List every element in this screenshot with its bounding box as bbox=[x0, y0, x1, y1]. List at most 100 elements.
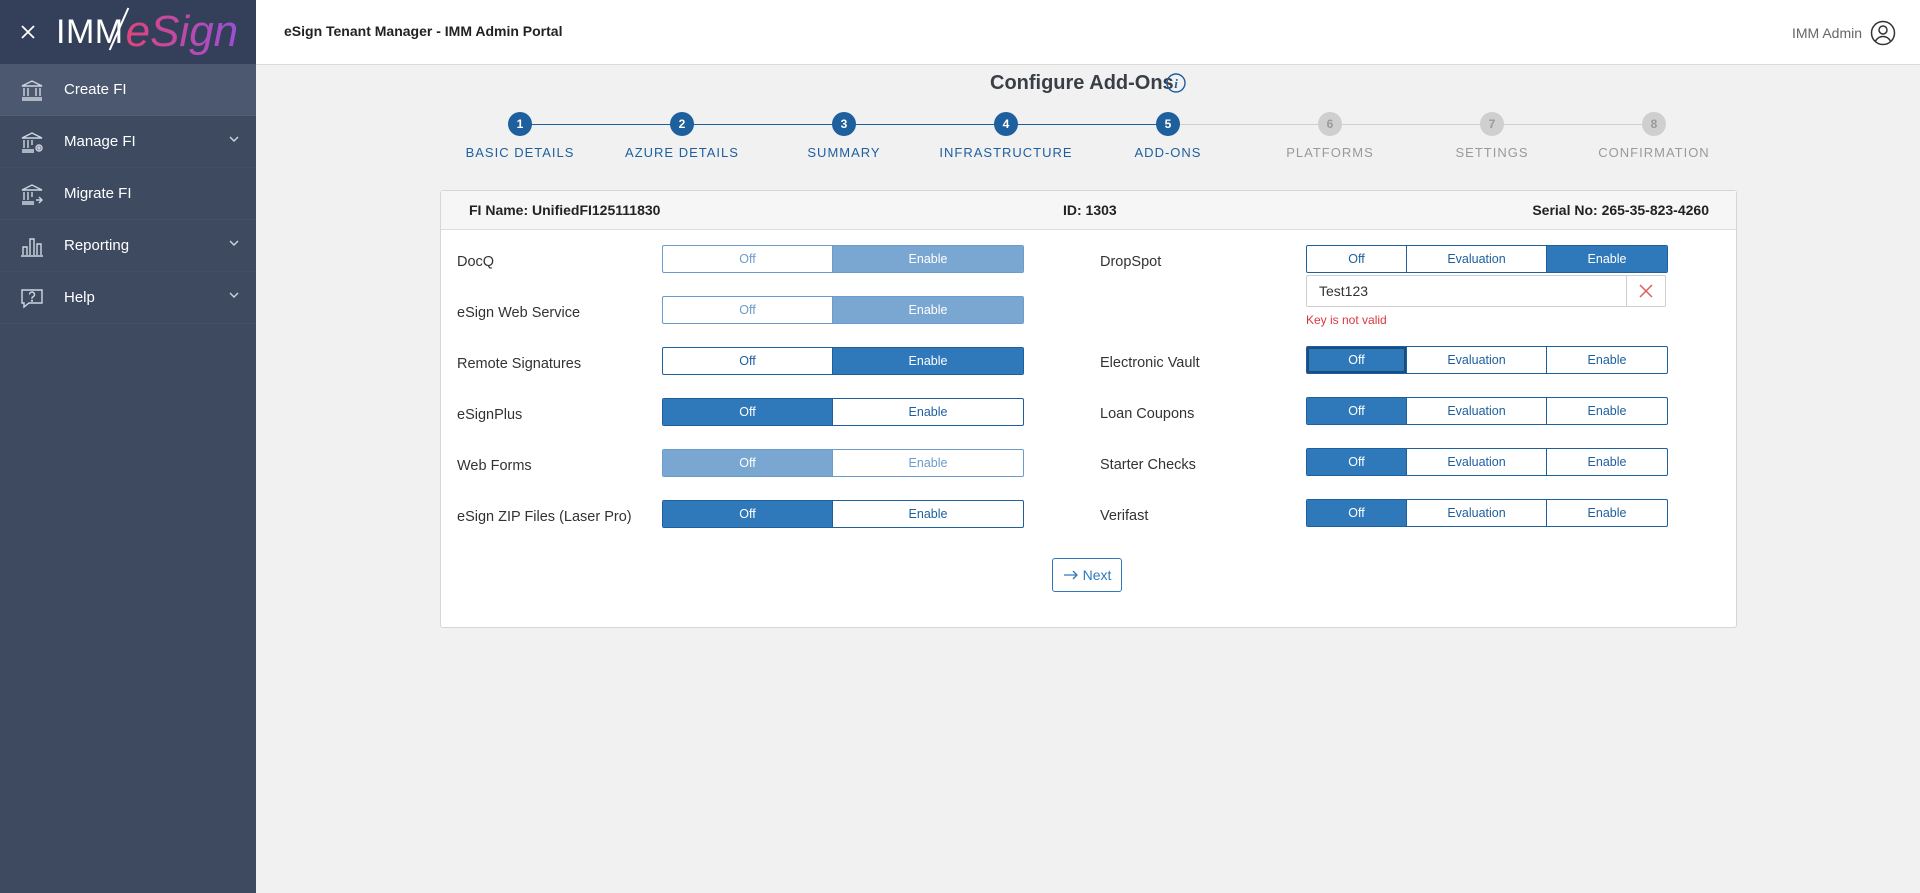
esign-web-service-toggle: Off Enable bbox=[662, 296, 1024, 324]
step-label: PLATFORMS bbox=[1286, 145, 1374, 160]
step-number: 8 bbox=[1642, 112, 1666, 136]
top-bar: eSign Tenant Manager - IMM Admin Portal … bbox=[256, 0, 1920, 65]
next-button[interactable]: Next bbox=[1052, 558, 1122, 592]
option-off[interactable]: Off bbox=[1307, 246, 1407, 272]
option-enable[interactable]: Enable bbox=[1547, 246, 1667, 272]
close-icon bbox=[1639, 284, 1653, 298]
wizard-stepper: 1 BASIC DETAILS 2 AZURE DETAILS 3 SUMMAR… bbox=[0, 112, 1920, 172]
serial-number: Serial No: 265-35-823-4260 bbox=[1532, 202, 1709, 218]
step-number: 2 bbox=[670, 112, 694, 136]
step-label: SUMMARY bbox=[807, 145, 881, 160]
addon-label-electronic-vault: Electronic Vault bbox=[1100, 355, 1200, 371]
step-basic-details[interactable]: 1 BASIC DETAILS bbox=[440, 112, 600, 160]
addon-label-esignplus: eSignPlus bbox=[457, 407, 523, 423]
key-error-message: Key is not valid bbox=[1306, 313, 1387, 327]
sidebar-item-migrate-fi[interactable]: Migrate FI bbox=[0, 168, 256, 220]
step-number: 3 bbox=[832, 112, 856, 136]
step-number: 5 bbox=[1156, 112, 1180, 136]
option-enable[interactable]: Enable bbox=[1547, 347, 1667, 373]
web-forms-toggle: Off Enable bbox=[662, 449, 1024, 477]
option-enable[interactable]: Enable bbox=[833, 399, 1023, 425]
option-enable[interactable]: Enable bbox=[833, 348, 1023, 374]
logo-esign: eSign bbox=[125, 7, 239, 56]
addon-label-verifast: Verifast bbox=[1100, 508, 1149, 524]
option-off[interactable]: Off bbox=[663, 501, 833, 527]
loan-coupons-toggle: Off Evaluation Enable bbox=[1306, 397, 1668, 425]
option-enable: Enable bbox=[833, 246, 1023, 272]
sidebar-item-label: Help bbox=[64, 289, 95, 306]
esign-zip-files-toggle: Off Enable bbox=[662, 500, 1024, 528]
step-label: AZURE DETAILS bbox=[625, 145, 739, 160]
option-off: Off bbox=[663, 297, 833, 323]
info-icon[interactable]: i bbox=[1166, 73, 1186, 93]
addon-label-remote-signatures: Remote Signatures bbox=[457, 356, 582, 372]
sidebar-item-label: Create FI bbox=[64, 81, 127, 98]
help-icon bbox=[0, 287, 64, 309]
esignplus-toggle: Off Enable bbox=[662, 398, 1024, 426]
step-azure-details[interactable]: 2 AZURE DETAILS bbox=[602, 112, 762, 160]
option-off: Off bbox=[663, 246, 833, 272]
option-off[interactable]: Off bbox=[1307, 449, 1407, 475]
step-number: 6 bbox=[1318, 112, 1342, 136]
option-evaluation[interactable]: Evaluation bbox=[1407, 398, 1547, 424]
fi-name: FI Name: UnifiedFI125111830 bbox=[469, 202, 661, 218]
option-enable[interactable]: Enable bbox=[1547, 500, 1667, 526]
option-enable[interactable]: Enable bbox=[1547, 398, 1667, 424]
user-menu[interactable]: IMM Admin bbox=[1792, 20, 1896, 46]
step-label: BASIC DETAILS bbox=[465, 145, 575, 160]
addon-label-dropspot: DropSpot bbox=[1100, 254, 1162, 270]
verifast-toggle: Off Evaluation Enable bbox=[1306, 499, 1668, 527]
sidebar-item-create-fi[interactable]: Create FI bbox=[0, 64, 256, 116]
option-enable: Enable bbox=[833, 297, 1023, 323]
docq-toggle: Off Enable bbox=[662, 245, 1024, 273]
logo-imm: IMM bbox=[56, 12, 124, 51]
clear-key-button[interactable] bbox=[1626, 276, 1665, 306]
addon-label-web-forms: Web Forms bbox=[457, 458, 532, 474]
step-platforms: 6 PLATFORMS bbox=[1250, 112, 1410, 160]
option-off: Off bbox=[663, 450, 833, 476]
option-off[interactable]: Off bbox=[1307, 500, 1407, 526]
app-logo: IMM eSign bbox=[56, 0, 238, 64]
chevron-down-icon bbox=[229, 240, 239, 246]
step-infrastructure[interactable]: 4 INFRASTRUCTURE bbox=[926, 112, 1086, 160]
option-enable[interactable]: Enable bbox=[1547, 449, 1667, 475]
step-settings: 7 SETTINGS bbox=[1412, 112, 1572, 160]
svg-text:i: i bbox=[1174, 76, 1178, 91]
next-label: Next bbox=[1082, 567, 1112, 583]
remote-signatures-toggle: Off Enable bbox=[662, 347, 1024, 375]
dropspot-toggle: Off Evaluation Enable bbox=[1306, 245, 1668, 273]
addon-label-starter-checks: Starter Checks bbox=[1100, 457, 1196, 473]
step-number: 4 bbox=[994, 112, 1018, 136]
close-sidebar-button[interactable] bbox=[0, 0, 56, 64]
option-off[interactable]: Off bbox=[1307, 398, 1407, 424]
option-evaluation[interactable]: Evaluation bbox=[1407, 449, 1547, 475]
option-off[interactable]: Off bbox=[1307, 347, 1407, 373]
option-off[interactable]: Off bbox=[663, 399, 833, 425]
step-label: SETTINGS bbox=[1455, 145, 1529, 160]
page-title: Configure Add-Ons bbox=[990, 72, 1174, 94]
option-evaluation[interactable]: Evaluation bbox=[1407, 246, 1547, 272]
step-label: ADD-ONS bbox=[1134, 145, 1202, 160]
bar-chart-icon bbox=[0, 235, 64, 257]
addon-label-loan-coupons: Loan Coupons bbox=[1100, 406, 1195, 422]
bank-migrate-icon bbox=[0, 183, 64, 205]
sidebar-item-help[interactable]: Help bbox=[0, 272, 256, 324]
option-enable: Enable bbox=[908, 456, 948, 470]
sidebar-item-reporting[interactable]: Reporting bbox=[0, 220, 256, 272]
step-confirmation: 8 CONFIRMATION bbox=[1574, 112, 1734, 160]
step-label: CONFIRMATION bbox=[1598, 145, 1710, 160]
close-icon bbox=[21, 25, 35, 39]
step-add-ons[interactable]: 5 ADD-ONS bbox=[1088, 112, 1248, 160]
starter-checks-toggle: Off Evaluation Enable bbox=[1306, 448, 1668, 476]
option-off[interactable]: Off bbox=[663, 348, 833, 374]
user-name: IMM Admin bbox=[1791, 25, 1862, 41]
user-avatar-icon bbox=[1870, 20, 1896, 46]
dropspot-key-input[interactable] bbox=[1307, 282, 1626, 300]
option-enable[interactable]: Enable bbox=[833, 501, 1023, 527]
addon-label-docq: DocQ bbox=[457, 254, 495, 270]
option-evaluation[interactable]: Evaluation bbox=[1407, 347, 1547, 373]
addon-label-esign-web-service: eSign Web Service bbox=[457, 305, 581, 321]
fi-id: ID: 1303 bbox=[1063, 202, 1117, 218]
step-summary[interactable]: 3 SUMMARY bbox=[764, 112, 924, 160]
option-evaluation[interactable]: Evaluation bbox=[1407, 500, 1547, 526]
